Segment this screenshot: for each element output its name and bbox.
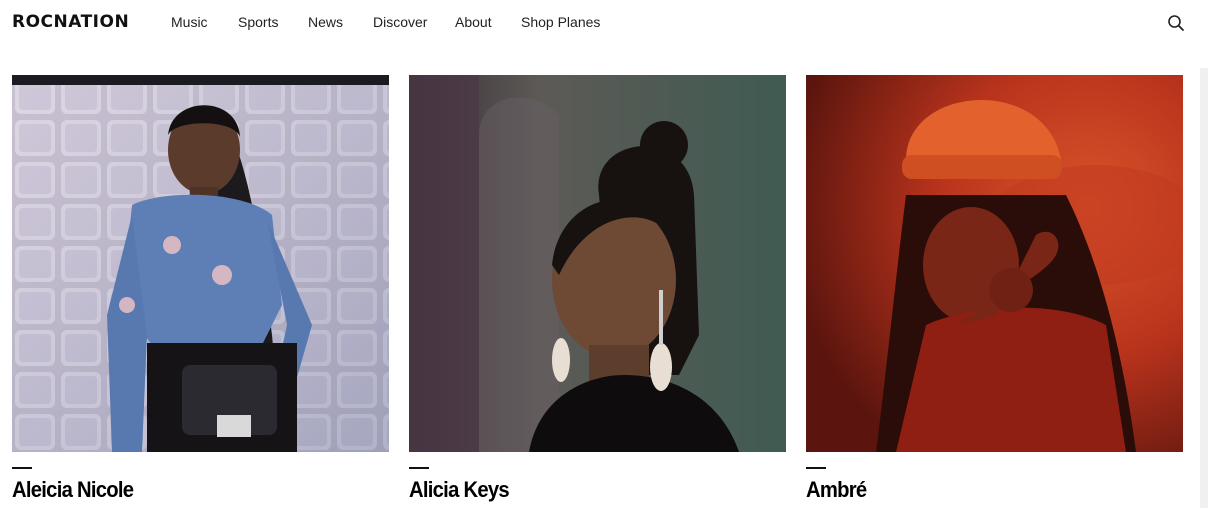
card-divider [12, 467, 32, 469]
site-logo[interactable]: ROCNATION [12, 12, 129, 32]
site-header: ROCNATION Music Sports News Discover Abo… [0, 0, 1208, 46]
artist-photo[interactable] [409, 75, 786, 452]
nav-music[interactable]: Music [171, 14, 208, 30]
artist-name[interactable]: Alicia Keys [409, 477, 510, 503]
scrollbar-track[interactable] [1200, 68, 1208, 508]
card-divider [409, 467, 429, 469]
search-icon[interactable] [1167, 14, 1185, 32]
nav-discover[interactable]: Discover [373, 14, 427, 30]
nav-shop-planes[interactable]: Shop Planes [521, 14, 600, 30]
nav-sports[interactable]: Sports [238, 14, 278, 30]
artist-name[interactable]: Ambré [806, 477, 867, 503]
artist-photo[interactable] [806, 75, 1183, 452]
nav-about[interactable]: About [455, 14, 492, 30]
artist-photo[interactable] [12, 75, 389, 452]
card-divider [806, 467, 826, 469]
artist-name[interactable]: Aleicia Nicole [12, 477, 134, 503]
nav-news[interactable]: News [308, 14, 343, 30]
